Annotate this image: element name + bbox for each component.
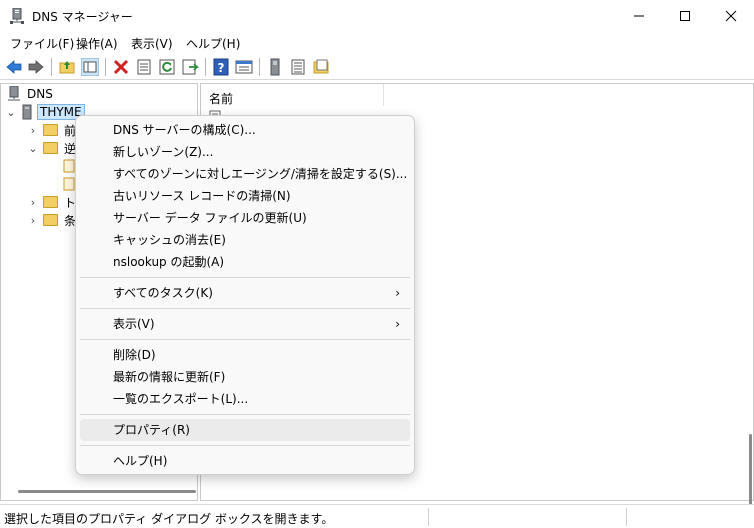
menu-item-label: 最新の情報に更新(F) bbox=[113, 370, 226, 384]
server-icon[interactable] bbox=[266, 58, 284, 76]
ctx-delete[interactable]: 削除(D) bbox=[80, 344, 410, 366]
svg-text:?: ? bbox=[218, 61, 225, 75]
folder-icon bbox=[43, 142, 58, 154]
ctx-all-tasks[interactable]: すべてのタスク(K) › bbox=[80, 282, 410, 304]
properties-icon[interactable] bbox=[135, 58, 153, 76]
menu-item-label: 表示(V) bbox=[113, 317, 155, 331]
menu-separator bbox=[80, 308, 410, 309]
menu-item-label: 削除(D) bbox=[113, 348, 156, 362]
show-hide-tree-icon[interactable] bbox=[81, 58, 99, 76]
folder-icon[interactable] bbox=[312, 58, 330, 76]
chevron-down-icon[interactable]: ⌄ bbox=[5, 106, 17, 119]
menu-item-label: すべてのゾーンに対しエージング/清掃を設定する(S)... bbox=[113, 167, 408, 181]
ctx-scavenge-stale-records[interactable]: 古いリソース レコードの清掃(N) bbox=[80, 185, 410, 207]
chevron-right-icon[interactable]: › bbox=[27, 196, 39, 209]
column-divider[interactable] bbox=[383, 84, 384, 106]
dns-app-icon bbox=[10, 8, 24, 24]
maximize-icon bbox=[680, 11, 690, 21]
menu-separator bbox=[80, 414, 410, 415]
menu-item-label: キャッシュの消去(E) bbox=[113, 233, 226, 247]
ctx-clear-cache[interactable]: キャッシュの消去(E) bbox=[80, 229, 410, 251]
minimize-button[interactable] bbox=[616, 0, 662, 32]
ctx-help[interactable]: ヘルプ(H) bbox=[80, 450, 410, 472]
menu-separator bbox=[80, 277, 410, 278]
ctx-refresh[interactable]: 最新の情報に更新(F) bbox=[80, 366, 410, 388]
column-header-name[interactable]: 名前 bbox=[209, 90, 233, 107]
chevron-right-icon[interactable]: › bbox=[27, 124, 39, 137]
ctx-launch-nslookup[interactable]: nslookup の起動(A) bbox=[80, 251, 410, 273]
menu-help[interactable]: ヘルプ(H) bbox=[186, 35, 240, 52]
dns-icon bbox=[8, 86, 20, 101]
menu-item-label: 古いリソース レコードの清掃(N) bbox=[113, 189, 291, 203]
console-icon[interactable] bbox=[235, 58, 253, 76]
menu-item-label: ヘルプ(H) bbox=[113, 454, 168, 468]
tree-item-zone[interactable] bbox=[63, 157, 75, 175]
list-icon[interactable] bbox=[289, 58, 307, 76]
server-icon bbox=[22, 104, 32, 120]
tree-item-trust-points[interactable]: › ト bbox=[27, 193, 76, 211]
folder-icon bbox=[43, 124, 58, 136]
menu-action[interactable]: 操作(A) bbox=[76, 35, 118, 52]
chevron-right-icon[interactable]: › bbox=[27, 214, 39, 227]
close-icon bbox=[725, 10, 737, 22]
status-bar: 選択した項目のプロパティ ダイアログ ボックスを開きます。 bbox=[0, 504, 754, 528]
zone-icon bbox=[63, 177, 75, 191]
menu-separator bbox=[80, 339, 410, 340]
tree-item-server[interactable]: ⌄ THYME bbox=[5, 103, 85, 121]
maximize-button[interactable] bbox=[662, 0, 708, 32]
context-menu: DNS サーバーの構成(C)... 新しいゾーン(Z)... すべてのゾーンに対… bbox=[75, 115, 415, 475]
folder-icon bbox=[43, 214, 58, 226]
tree-item-conditional-forwarders[interactable]: › 条 bbox=[27, 211, 76, 229]
menu-item-label: プロパティ(R) bbox=[113, 423, 190, 437]
folder-icon bbox=[43, 196, 58, 208]
menu-separator bbox=[80, 445, 410, 446]
menu-item-label: サーバー データ ファイルの更新(U) bbox=[113, 211, 307, 225]
chevron-right-icon: › bbox=[395, 286, 400, 300]
toolbar-separator bbox=[259, 58, 260, 76]
zone-icon bbox=[63, 159, 75, 173]
up-folder-icon[interactable] bbox=[58, 58, 76, 76]
menu-file[interactable]: ファイル(F) bbox=[10, 35, 74, 52]
tree-item-forward-zones[interactable]: › 前 bbox=[27, 121, 76, 139]
ctx-set-aging-scavenging[interactable]: すべてのゾーンに対しエージング/清掃を設定する(S)... bbox=[80, 163, 410, 185]
tree-item-reverse-zones[interactable]: ⌄ 逆 bbox=[27, 139, 76, 157]
menu-bar: ファイル(F) 操作(A) 表示(V) ヘルプ(H) bbox=[0, 32, 754, 52]
status-divider bbox=[428, 508, 429, 526]
menu-item-label: nslookup の起動(A) bbox=[113, 255, 225, 269]
horizontal-scrollbar[interactable] bbox=[18, 490, 196, 493]
tree-item-dns-root[interactable]: DNS bbox=[7, 85, 53, 103]
tree-label: DNS bbox=[27, 87, 53, 101]
ctx-new-zone[interactable]: 新しいゾーン(Z)... bbox=[80, 141, 410, 163]
window-title: DNS マネージャー bbox=[32, 10, 133, 24]
toolbar-separator bbox=[105, 58, 106, 76]
delete-icon[interactable] bbox=[112, 58, 130, 76]
toolbar: ? bbox=[0, 54, 754, 80]
chevron-right-icon: › bbox=[395, 317, 400, 331]
ctx-update-data-files[interactable]: サーバー データ ファイルの更新(U) bbox=[80, 207, 410, 229]
minimize-icon bbox=[634, 15, 644, 17]
help-icon[interactable]: ? bbox=[212, 58, 230, 76]
tree-item-zone[interactable] bbox=[63, 175, 75, 193]
ctx-properties[interactable]: プロパティ(R) bbox=[80, 419, 410, 441]
menu-item-label: 新しいゾーン(Z)... bbox=[113, 145, 214, 159]
forward-arrow-icon[interactable] bbox=[27, 58, 45, 76]
toolbar-separator bbox=[205, 58, 206, 76]
status-divider bbox=[626, 508, 627, 526]
ctx-view[interactable]: 表示(V) › bbox=[80, 313, 410, 335]
refresh-icon[interactable] bbox=[158, 58, 176, 76]
close-button[interactable] bbox=[708, 0, 754, 32]
menu-item-label: DNS サーバーの構成(C)... bbox=[113, 123, 256, 137]
status-text: 選択した項目のプロパティ ダイアログ ボックスを開きます。 bbox=[4, 512, 334, 526]
toolbar-separator bbox=[51, 58, 52, 76]
ctx-configure-dns-server[interactable]: DNS サーバーの構成(C)... bbox=[80, 119, 410, 141]
export-list-icon[interactable] bbox=[181, 58, 199, 76]
menu-item-label: すべてのタスク(K) bbox=[113, 286, 213, 300]
back-arrow-icon[interactable] bbox=[5, 58, 23, 76]
menu-view[interactable]: 表示(V) bbox=[131, 35, 173, 52]
title-bar: DNS マネージャー bbox=[0, 0, 754, 32]
ctx-export-list[interactable]: 一覧のエクスポート(L)... bbox=[80, 388, 410, 410]
chevron-down-icon[interactable]: ⌄ bbox=[27, 142, 39, 155]
menu-item-label: 一覧のエクスポート(L)... bbox=[113, 392, 249, 406]
